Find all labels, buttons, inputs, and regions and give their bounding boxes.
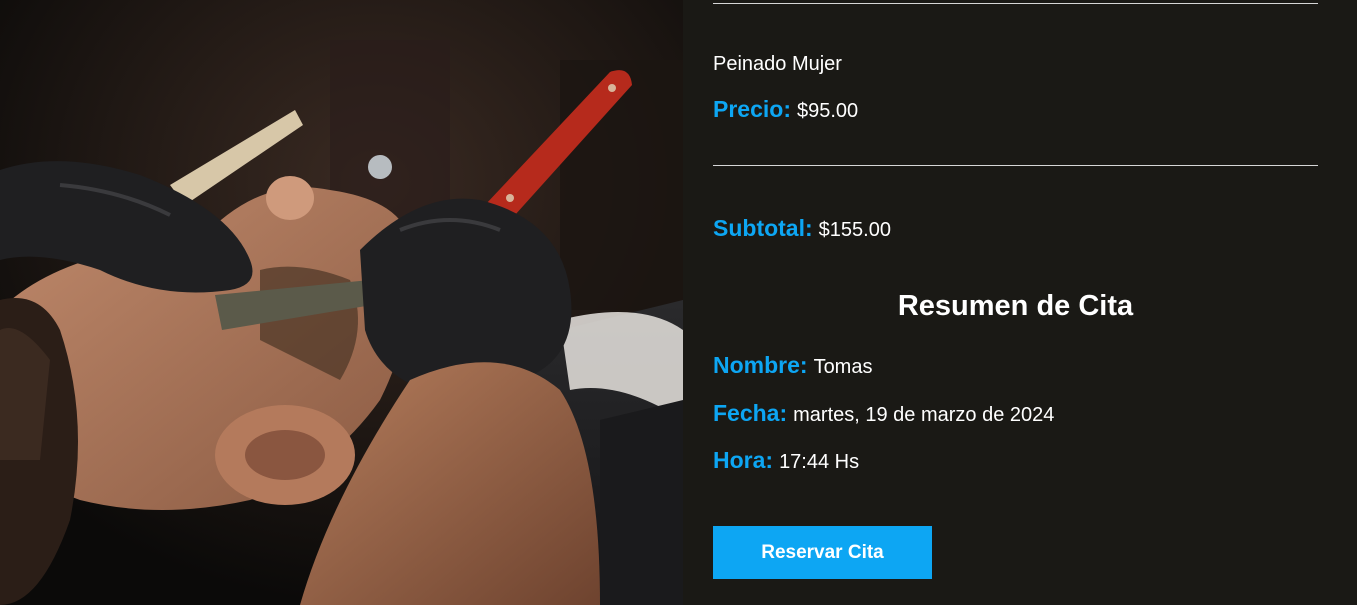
service-price: Precio: $95.00 [713,96,858,123]
service-name: Peinado Mujer [713,53,842,75]
divider-top [713,3,1318,4]
time-label: Hora: [713,447,774,473]
date-value: martes, 19 de marzo de 2024 [793,404,1055,426]
subtotal-label: Subtotal: [713,215,813,241]
summary-name: Nombre: Tomas [713,352,872,379]
subtotal-value: $155.00 [818,219,891,241]
summary-date: Fecha: martes, 19 de marzo de 2024 [713,400,1054,427]
price-value: $95.00 [796,100,859,122]
summary-time: Hora: 17:44 Hs [713,447,859,474]
date-label: Fecha: [713,400,788,426]
reserve-button[interactable]: Reservar Cita [713,526,932,579]
time-value: 17:44 Hs [779,451,860,473]
barber-photo [0,0,683,605]
name-value: Tomas [813,356,873,378]
barber-shave-photo-icon [0,0,683,605]
page: Peinado Mujer Precio: $95.00 Subtotal: $15… [0,0,1357,605]
appointment-panel: Peinado Mujer Precio: $95.00 Subtotal: $15… [683,0,1357,605]
summary-title: Resumen de Cita [897,290,1134,322]
subtotal: Subtotal: $155.00 [713,215,891,242]
price-label: Precio: [713,96,791,122]
name-label: Nombre: [713,352,808,378]
divider-middle [713,165,1318,166]
